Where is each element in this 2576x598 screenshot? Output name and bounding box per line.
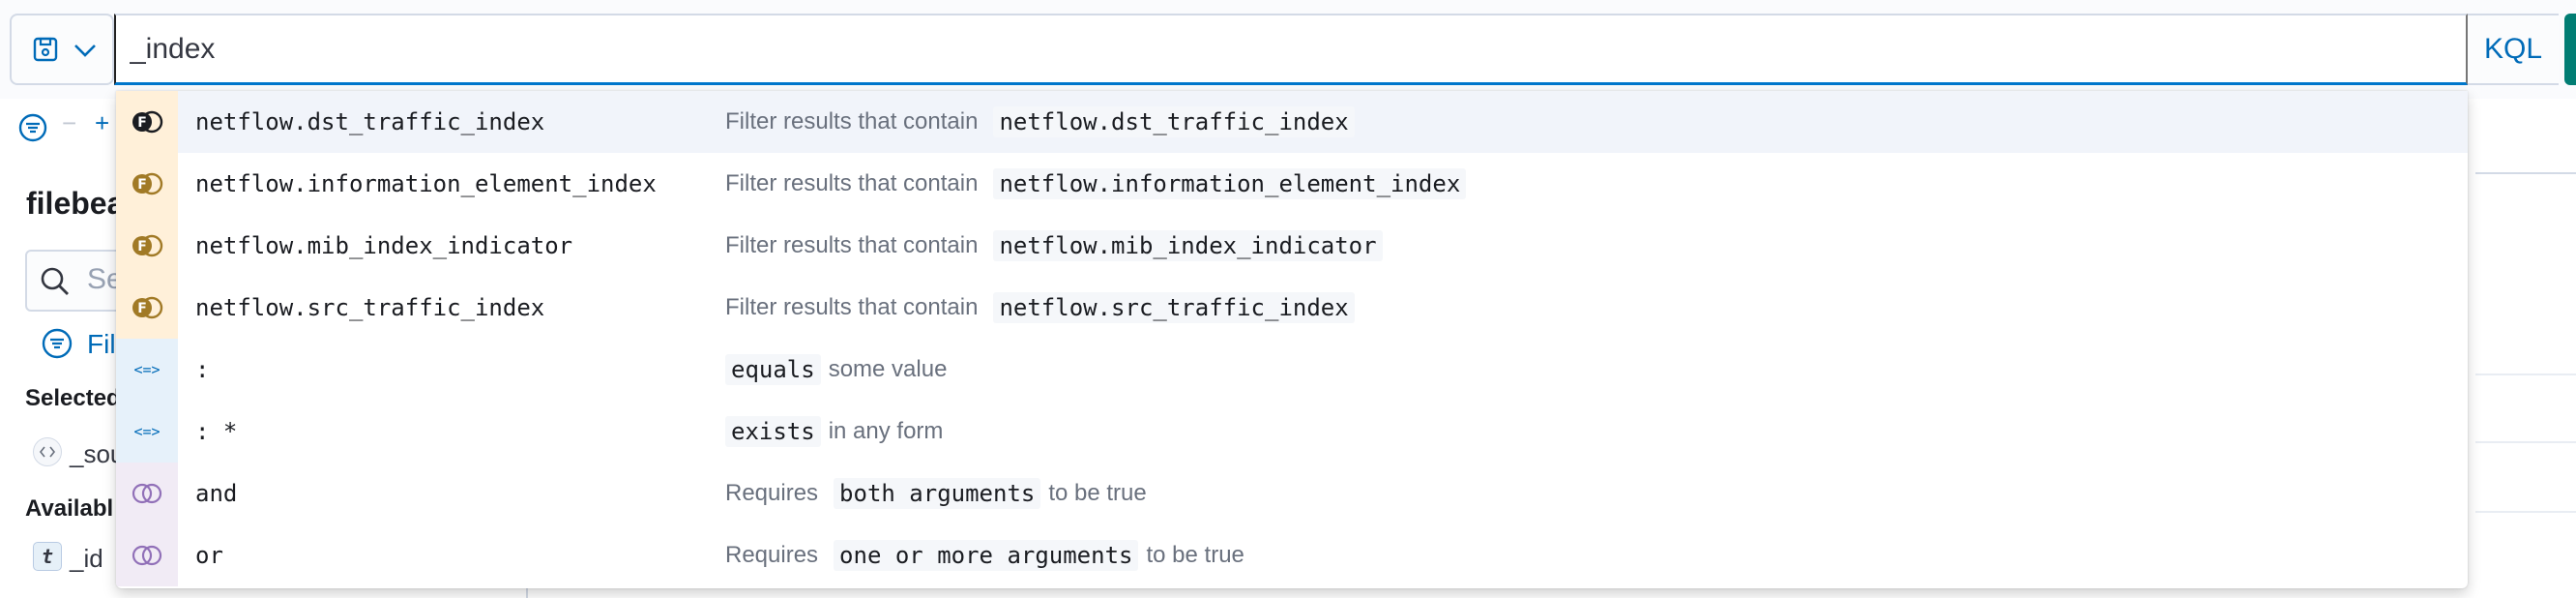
description-suffix: to be true [1146, 542, 1244, 568]
suggestion-item[interactable]: Fnetflow.mib_index_indicator Filter resul… [116, 215, 2468, 277]
description-prefix: Filter results that contain [725, 232, 979, 258]
string-type-icon: t [33, 542, 62, 571]
description-code: netflow.dst_traffic_index [993, 106, 1355, 137]
selected-fields-heading: Selected [25, 385, 121, 411]
suggestion-label: : [195, 356, 210, 383]
conjunction-icon [116, 524, 178, 586]
suggestion-label: and [195, 480, 238, 507]
source-field-icon [33, 437, 62, 466]
suggestion-item[interactable]: or Requires one or more arguments to be tru… [116, 524, 2468, 586]
operator-icon: <=> [116, 401, 178, 463]
available-fields-heading: Availabl [25, 495, 114, 522]
filter-by-type-button[interactable]: Fil [87, 329, 116, 360]
results-row-separator [2475, 441, 2576, 443]
description-code: exists [725, 416, 821, 447]
save-icon [31, 35, 60, 69]
field-suggestion-icon: F [116, 153, 178, 215]
suggestion-item[interactable]: <=> : * exists in any form [116, 401, 2468, 463]
search-icon [39, 265, 72, 303]
suggestion-description: Filter results that contain netflow.src_t… [725, 277, 1362, 339]
suggestion-description: exists in any form [725, 401, 943, 463]
description-suffix: some value [828, 356, 948, 382]
description-code: netflow.mib_index_indicator [993, 230, 1383, 261]
field-suggestion-icon: F [116, 277, 178, 339]
filter-by-type-icon[interactable] [41, 327, 73, 365]
description-prefix: Filter results that contain [725, 294, 979, 320]
refresh-button-edge[interactable] [2564, 14, 2576, 85]
suggestion-label: netflow.dst_traffic_index [195, 108, 545, 135]
query-suggestions-list: Fnetflow.dst_traffic_index Filter results… [116, 91, 2468, 588]
id-field-name[interactable]: _id [70, 544, 103, 574]
query-language-button[interactable]: KQL [2468, 14, 2559, 85]
field-suggestion-icon: F [116, 91, 178, 153]
suggestion-description: Requires both arguments to be true [725, 463, 1147, 524]
description-code: netflow.src_traffic_index [993, 292, 1355, 323]
minus-icon[interactable]: − [62, 108, 76, 138]
suggestion-label: netflow.src_traffic_index [195, 294, 545, 321]
suggestion-label: netflow.information_element_index [195, 170, 657, 197]
suggestion-description: Requires one or more arguments to be true [725, 524, 1244, 586]
description-code: one or more arguments [834, 540, 1139, 571]
description-prefix: Requires [725, 480, 819, 506]
svg-text:F: F [137, 115, 147, 131]
suggestion-item[interactable]: Fnetflow.src_traffic_index Filter results… [116, 277, 2468, 339]
suggestion-description: Filter results that contain netflow.dst_t… [725, 91, 1362, 153]
results-header-line [2475, 172, 2576, 174]
description-code: netflow.information_element_index [993, 168, 1467, 199]
description-prefix: Filter results that contain [725, 108, 979, 135]
query-input[interactable] [114, 14, 2468, 85]
suggestion-label: or [195, 542, 223, 569]
results-row-separator [2475, 374, 2576, 375]
svg-text:F: F [137, 239, 147, 254]
results-row-separator [2475, 511, 2576, 513]
field-suggestion-icon: F [116, 215, 178, 277]
description-code: equals [725, 354, 821, 385]
filter-icon[interactable] [17, 112, 48, 148]
index-pattern-title[interactable]: filebea [26, 186, 124, 222]
suggestion-description: Filter results that contain netflow.mib_i… [725, 215, 1390, 277]
suggestion-label: netflow.mib_index_indicator [195, 232, 573, 259]
svg-text:<=>: <=> [133, 423, 160, 440]
svg-text:F: F [137, 177, 147, 193]
suggestion-item[interactable]: <=>: equals some value [116, 339, 2468, 401]
description-prefix: Requires [725, 542, 819, 568]
chevron-down-icon [72, 39, 99, 67]
plus-icon[interactable]: + [95, 108, 109, 138]
description-code: both arguments [834, 478, 1041, 509]
operator-icon: <=> [116, 339, 178, 401]
conjunction-icon [116, 463, 178, 524]
suggestion-item[interactable]: and Requires both arguments to be true [116, 463, 2468, 524]
query-language-label: KQL [2483, 33, 2543, 65]
suggestion-item[interactable]: Fnetflow.dst_traffic_index Filter results… [116, 91, 2468, 153]
description-suffix: in any form [828, 418, 944, 444]
saved-query-button[interactable] [10, 14, 114, 85]
suggestion-label: : * [195, 418, 238, 445]
suggestion-item[interactable]: Fnetflow.information_element_index Filter… [116, 153, 2468, 215]
description-prefix: Filter results that contain [725, 170, 979, 196]
filter-controls-row: − + [0, 106, 118, 145]
suggestion-description: equals some value [725, 339, 947, 401]
svg-text:F: F [137, 301, 147, 316]
svg-text:<=>: <=> [133, 361, 160, 378]
suggestion-description: Filter results that contain netflow.infor… [725, 153, 1474, 215]
description-suffix: to be true [1048, 480, 1147, 506]
